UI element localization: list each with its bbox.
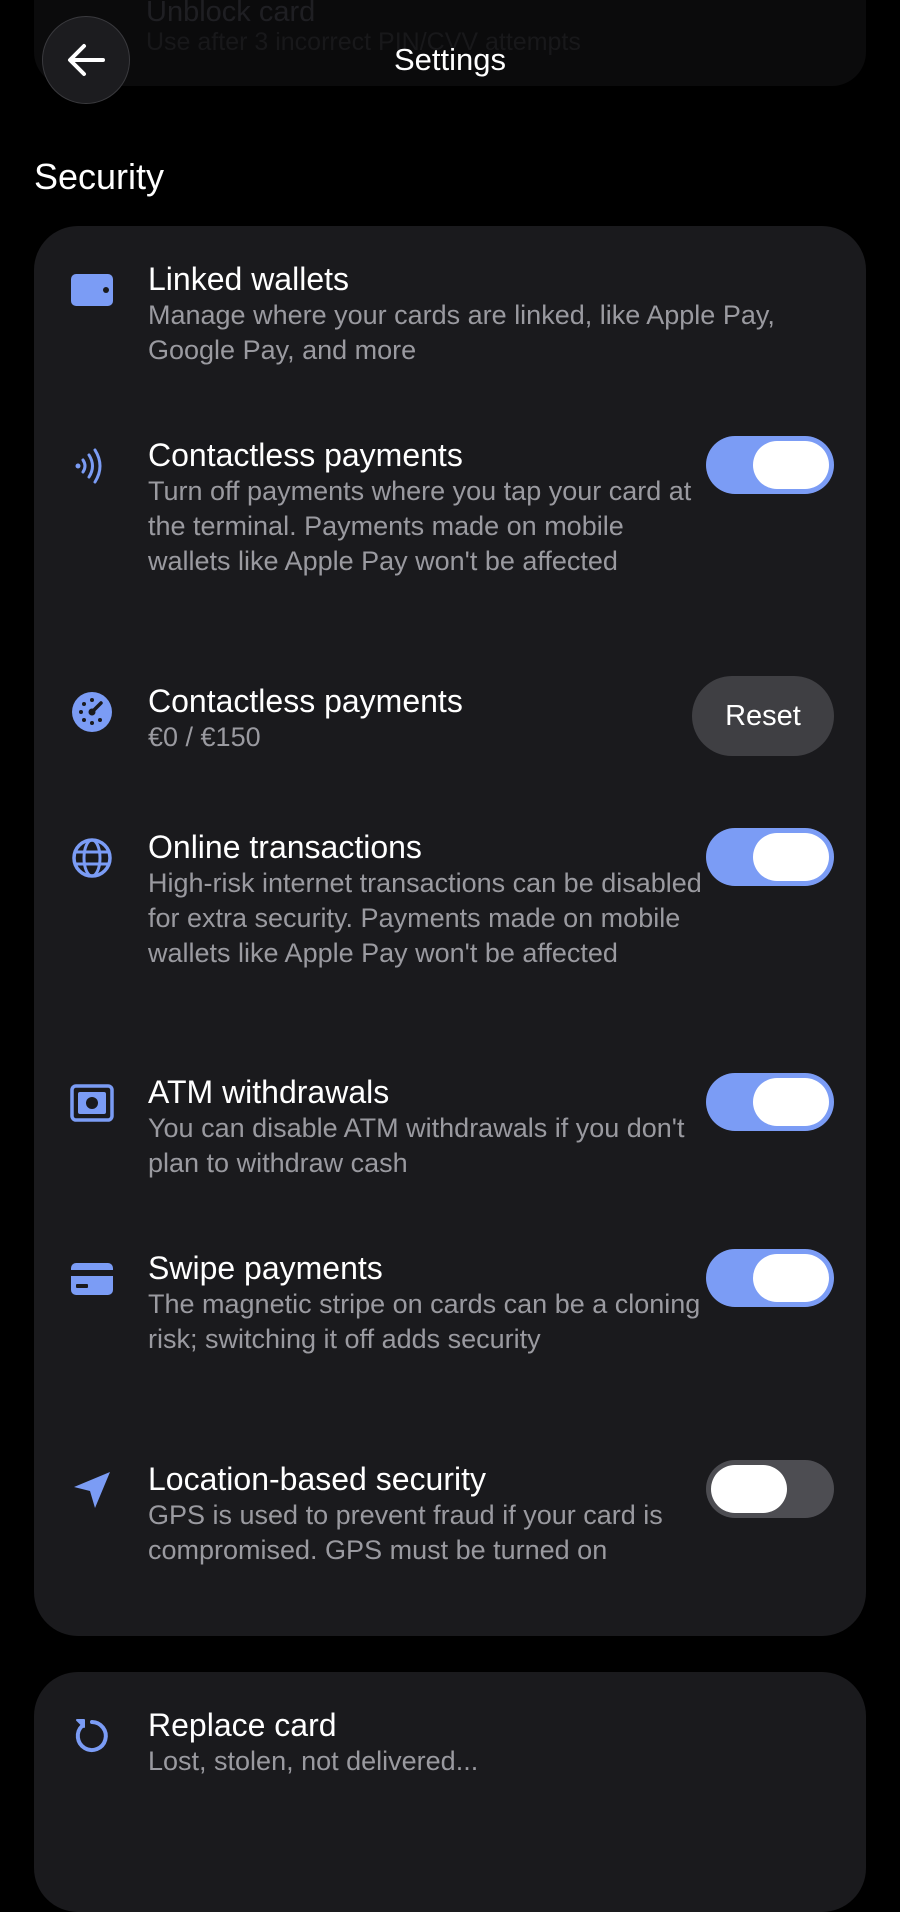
- row-title: Swipe payments: [148, 1250, 383, 1286]
- row-title: Online transactions: [148, 829, 422, 865]
- globe-icon: [68, 834, 116, 882]
- wallet-icon: [68, 266, 116, 314]
- atm-withdrawals-toggle[interactable]: [706, 1073, 834, 1131]
- row-description: The magnetic stripe on cards can be a cl…: [148, 1289, 701, 1354]
- online-transactions-row: Online transactions High-risk internet t…: [34, 828, 866, 1008]
- top-bar: Settings: [0, 0, 900, 124]
- section-title-security: Security: [34, 156, 165, 197]
- contactless-payments-toggle[interactable]: [706, 436, 834, 494]
- row-title: Replace card: [148, 1707, 337, 1743]
- contactless-payments-row: Contactless payments Turn off payments w…: [34, 436, 866, 616]
- row-title: ATM withdrawals: [148, 1074, 390, 1110]
- contactless-limit-value: €0 / €150: [148, 722, 261, 752]
- row-title: Contactless payments: [148, 683, 463, 719]
- refresh-icon: [68, 1712, 116, 1760]
- row-description: High-risk internet transactions can be d…: [148, 868, 702, 968]
- toggle-knob: [753, 833, 829, 881]
- security-card: Linked wallets Manage where your cards a…: [34, 226, 866, 1636]
- toggle-knob: [753, 1254, 829, 1302]
- row-title: Linked wallets: [148, 261, 349, 297]
- row-description: Manage where your cards are linked, like…: [148, 300, 775, 365]
- row-title: Contactless payments: [148, 437, 463, 473]
- row-description: GPS is used to prevent fraud if your car…: [148, 1500, 663, 1565]
- row-description: Lost, stolen, not delivered...: [148, 1746, 479, 1776]
- page-title: Settings: [393, 42, 506, 77]
- toggle-knob: [711, 1465, 787, 1513]
- location-arrow-icon: [68, 1466, 116, 1514]
- row-description: Turn off payments where you tap your car…: [148, 476, 692, 576]
- contactless-limit-row: Contactless payments €0 / €150 Reset: [34, 676, 866, 772]
- cash-icon: [68, 1079, 116, 1127]
- row-description: You can disable ATM withdrawals if you d…: [148, 1113, 685, 1178]
- swipe-payments-toggle[interactable]: [706, 1249, 834, 1307]
- atm-withdrawals-row: ATM withdrawals You can disable ATM with…: [34, 1073, 866, 1183]
- replace-card-row[interactable]: Replace card Lost, stolen, not delivered…: [34, 1706, 866, 1816]
- credit-card-icon: [68, 1255, 116, 1303]
- online-transactions-toggle[interactable]: [706, 828, 834, 886]
- reset-button[interactable]: Reset: [692, 676, 834, 756]
- location-security-row: Location-based security GPS is used to p…: [34, 1460, 866, 1610]
- linked-wallets-row[interactable]: Linked wallets Manage where your cards a…: [34, 260, 866, 370]
- contactless-icon: [68, 442, 116, 490]
- speedometer-icon: [68, 688, 116, 736]
- location-security-toggle[interactable]: [706, 1460, 834, 1518]
- toggle-knob: [753, 441, 829, 489]
- swipe-payments-row: Swipe payments The magnetic stripe on ca…: [34, 1249, 866, 1399]
- row-title: Location-based security: [148, 1461, 486, 1497]
- replace-card-card: Replace card Lost, stolen, not delivered…: [34, 1672, 866, 1912]
- toggle-knob: [753, 1078, 829, 1126]
